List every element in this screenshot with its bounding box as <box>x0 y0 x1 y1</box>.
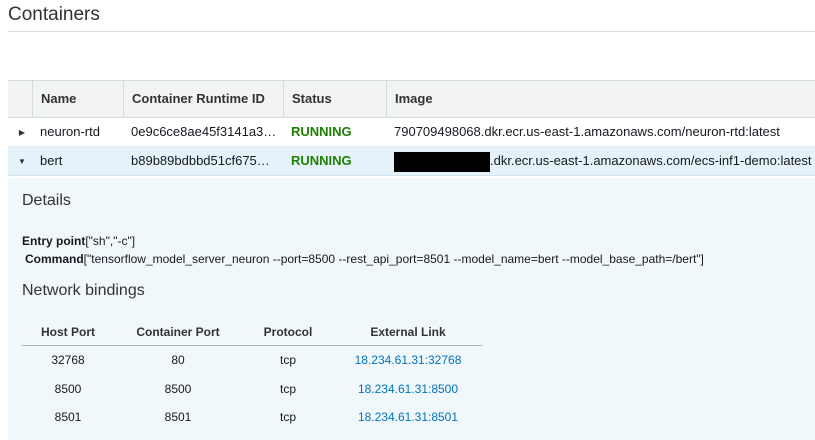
container-port: 8500 <box>164 382 192 396</box>
network-bindings-title: Network bindings <box>22 282 145 299</box>
external-link[interactable]: 18.234.61.31:8501 <box>334 403 482 431</box>
container-image-text: .dkr.ecr.us-east-1.amazonaws.com/ecs-inf… <box>490 153 812 168</box>
container-details-panel: Details Entry point["sh","-c"] Command["… <box>8 178 815 440</box>
command: Command["tensorflow_model_server_neuron … <box>25 252 704 266</box>
external-link[interactable]: 18.234.61.31:8500 <box>334 375 482 403</box>
column-header-runtime-id[interactable]: Container Runtime ID <box>123 81 283 117</box>
entry-point-label: Entry point <box>22 234 86 248</box>
table-row[interactable]: ▼ bert b89b89bdbbd51cf675… RUNNING .dkr.… <box>8 147 815 176</box>
container-image: 790709498068.dkr.ecr.us-east-1.amazonaws… <box>394 124 780 139</box>
table-header: Name Container Runtime ID Status Image <box>8 81 815 118</box>
title-divider <box>8 31 815 32</box>
command-label: Command <box>25 252 84 266</box>
page-title: Containers <box>8 4 100 25</box>
protocol: tcp <box>279 382 296 396</box>
column-header-protocol: Protocol <box>263 325 313 339</box>
expand-column-header <box>8 81 32 117</box>
container-name: neuron-rtd <box>40 124 100 139</box>
column-header-host-port: Host Port <box>41 325 95 339</box>
entry-point: Entry point["sh","-c"] <box>22 234 135 248</box>
entry-point-value: ["sh","-c"] <box>85 234 136 248</box>
external-link[interactable]: 18.234.61.31:32768 <box>334 346 482 374</box>
details-title: Details <box>22 192 71 209</box>
container-runtime-id: b89b89bdbbd51cf675… <box>131 153 270 168</box>
table-row: 32768 80 tcp 18.234.61.31:32768 <box>22 346 482 374</box>
container-port: 80 <box>171 353 185 367</box>
network-table-header: Host Port Container Port Protocol Extern… <box>22 319 482 346</box>
column-header-name[interactable]: Name <box>32 81 123 117</box>
column-header-status[interactable]: Status <box>283 81 386 117</box>
container-image: .dkr.ecr.us-east-1.amazonaws.com/ecs-inf… <box>386 147 815 175</box>
column-header-container-port: Container Port <box>136 325 220 339</box>
table-row: 8501 8501 tcp 18.234.61.31:8501 <box>22 403 482 431</box>
column-header-external-link: External Link <box>370 325 446 339</box>
table-row: 8500 8500 tcp 18.234.61.31:8500 <box>22 375 482 403</box>
host-port: 32768 <box>51 353 85 367</box>
status-badge: RUNNING <box>291 124 352 139</box>
containers-table: Name Container Runtime ID Status Image ▶… <box>8 80 815 440</box>
container-runtime-id: 0e9c6ce8ae45f3141a3… <box>131 124 277 139</box>
network-bindings-table: Host Port Container Port Protocol Extern… <box>22 319 482 440</box>
redacted-block <box>394 151 490 172</box>
host-port: 8500 <box>54 382 82 396</box>
protocol: tcp <box>279 353 296 367</box>
status-badge: RUNNING <box>291 153 352 168</box>
command-value: ["tensorflow_model_server_neuron --port=… <box>83 252 704 266</box>
caret-right-icon[interactable]: ▶ <box>16 118 28 146</box>
container-port: 8501 <box>164 410 192 424</box>
container-name: bert <box>40 153 63 168</box>
protocol: tcp <box>279 410 296 424</box>
host-port: 8501 <box>54 410 82 424</box>
column-header-image[interactable]: Image <box>386 81 815 117</box>
caret-down-icon[interactable]: ▼ <box>16 147 28 175</box>
table-row[interactable]: ▶ neuron-rtd 0e9c6ce8ae45f3141a3… RUNNIN… <box>8 118 815 147</box>
